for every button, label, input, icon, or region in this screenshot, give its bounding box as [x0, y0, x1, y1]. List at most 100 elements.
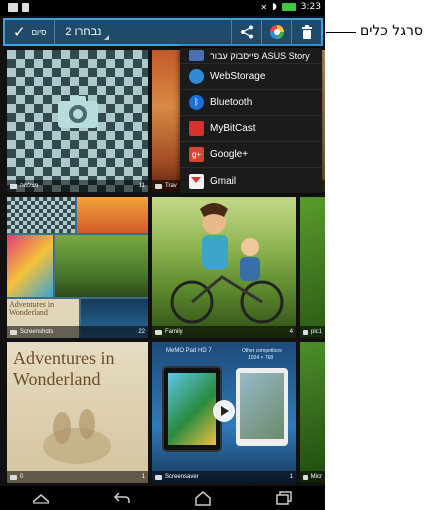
- album-tile-pic[interactable]: pic1: [300, 197, 325, 338]
- callout-label: סרגל כלים: [360, 23, 423, 39]
- gallery-notification-icon: [8, 3, 18, 12]
- toolbar: ✓ סיום 2 נבחרו: [3, 18, 323, 46]
- back-button[interactable]: [109, 489, 135, 507]
- mini-wonderland-title: Adventures in Wonderland: [9, 300, 55, 317]
- album-name: Family: [165, 329, 183, 335]
- camera-placeholder-icon: [58, 96, 98, 128]
- webstorage-icon: [189, 69, 204, 84]
- home-icon: [195, 491, 211, 506]
- share-item-bluetooth[interactable]: ᛒ Bluetooth: [180, 90, 322, 116]
- color-edit-button[interactable]: [261, 20, 291, 44]
- family-photo-art: [170, 203, 284, 324]
- home-button[interactable]: [190, 489, 216, 507]
- menu-item-label: MyBitCast: [210, 123, 256, 134]
- asus-story-icon: [189, 50, 204, 61]
- share-item-webstorage[interactable]: WebStorage: [180, 64, 322, 90]
- share-button[interactable]: [231, 20, 261, 44]
- folder-icon: [155, 183, 162, 189]
- album-name: Screenshots: [20, 329, 54, 335]
- mini-family-thumb: [55, 235, 148, 297]
- share-item-asus-story[interactable]: פייסבוק עבור ASUS Story: [180, 48, 322, 64]
- album-caption: Screensaver 1: [152, 471, 296, 483]
- album-name: Trav: [165, 183, 177, 189]
- file-notification-icon: [22, 3, 29, 12]
- home-up-button[interactable]: [28, 489, 54, 507]
- screensaver-competitor-res: 1024 × 768: [248, 355, 274, 361]
- album-count: 11: [138, 183, 145, 189]
- album-tile-0[interactable]: Adventures in Wonderland 0 1: [7, 342, 148, 483]
- recent-apps-icon: [276, 491, 293, 505]
- home-up-icon: [32, 494, 50, 504]
- dropdown-corner-icon: [104, 35, 110, 40]
- folder-icon: [155, 329, 162, 335]
- album-caption: 0 1: [7, 471, 148, 483]
- mini-sunset-thumb: [77, 197, 148, 233]
- recent-apps-button[interactable]: [271, 489, 297, 507]
- screensaver-competitor-label: Other competitors: [242, 348, 282, 354]
- album-tile-family[interactable]: Family 4: [152, 197, 296, 338]
- done-button[interactable]: ✓ סיום: [5, 20, 56, 44]
- check-icon: ✓: [13, 23, 26, 41]
- share-item-mybitcast[interactable]: MyBitCast: [180, 116, 322, 142]
- wifi-icon: ◗: [272, 2, 277, 12]
- album-caption: Micr: [300, 471, 325, 483]
- album-name: Screensaver: [165, 474, 199, 480]
- menu-item-label: Bluetooth: [210, 97, 253, 108]
- album-tile-screenshots[interactable]: Adventures in Wonderland Screenshots 22: [7, 197, 148, 338]
- done-label: סיום: [31, 27, 47, 37]
- album-count: 4: [289, 329, 293, 335]
- mini-checker-thumb: [7, 197, 75, 233]
- tablet-screen: ✕ ◗ 3:23 מצלמה 11 Trav Adventures in Won…: [0, 0, 325, 510]
- selection-count-dropdown[interactable]: 2 נבחרו: [55, 20, 111, 44]
- menu-item-label: פייסבוק עבור ASUS Story: [210, 50, 310, 61]
- status-bar: ✕ ◗ 3:23: [0, 0, 325, 16]
- album-count: 1: [289, 474, 293, 480]
- delete-button[interactable]: [291, 20, 321, 44]
- folder-icon: [10, 329, 17, 335]
- no-ring-icon: ✕: [260, 2, 268, 12]
- status-time: 3:23: [300, 2, 321, 12]
- album-tile-camera[interactable]: מצלמה 11: [7, 50, 148, 192]
- album-name: 0: [20, 474, 24, 480]
- album-name: Micr: [310, 474, 322, 480]
- album-name: מצלמה: [20, 183, 39, 189]
- back-icon: [113, 492, 130, 503]
- callout-line: [326, 32, 356, 33]
- album-count: 22: [138, 329, 145, 335]
- album-caption: מצלמה 11: [7, 180, 148, 192]
- album-caption: Family 4: [152, 326, 296, 338]
- color-wheel-icon: [269, 25, 284, 39]
- folder-icon: [155, 474, 162, 480]
- album-caption: Screenshots 22: [7, 326, 148, 338]
- mybitcast-icon: [189, 121, 204, 136]
- menu-item-label: Google+: [210, 149, 249, 160]
- camera-icon: [10, 183, 17, 189]
- screensaver-device-label: MeMO Pad HD 7: [166, 348, 212, 354]
- menu-item-label: WebStorage: [210, 71, 266, 82]
- google-plus-icon: g+: [189, 147, 204, 162]
- gmail-icon: [189, 173, 204, 189]
- selection-count-label: 2 נבחרו: [65, 26, 102, 38]
- album-caption: pic1: [300, 326, 325, 338]
- folder-icon: [10, 474, 17, 480]
- delete-icon: [301, 25, 312, 39]
- menu-item-label: Gmail: [210, 175, 237, 187]
- album-count: 1: [141, 474, 145, 480]
- battery-icon: [281, 3, 296, 11]
- share-item-google-plus[interactable]: g+ Google+: [180, 142, 322, 168]
- competitor-device-art: [236, 368, 288, 446]
- page: ✕ ◗ 3:23 מצלמה 11 Trav Adventures in Won…: [0, 0, 437, 510]
- share-icon: [240, 25, 253, 39]
- album-tile-mic[interactable]: Micr: [300, 342, 325, 483]
- album-tile-screensaver[interactable]: MeMO Pad HD 7 Other competitors 1024 × 7…: [152, 342, 296, 483]
- wonderland-cover-title: Adventures in Wonderland: [13, 348, 115, 389]
- folder-icon: [303, 474, 308, 480]
- share-item-gmail[interactable]: Gmail: [180, 168, 322, 194]
- album-name: pic1: [310, 329, 322, 335]
- navigation-bar: [0, 486, 325, 510]
- folder-icon: [303, 329, 308, 335]
- mini-colorful-thumb: [7, 235, 53, 297]
- bluetooth-icon: ᛒ: [189, 95, 204, 110]
- play-video-icon[interactable]: [213, 400, 235, 422]
- share-menu: פייסבוק עבור ASUS Story WebStorage ᛒ Blu…: [180, 48, 322, 193]
